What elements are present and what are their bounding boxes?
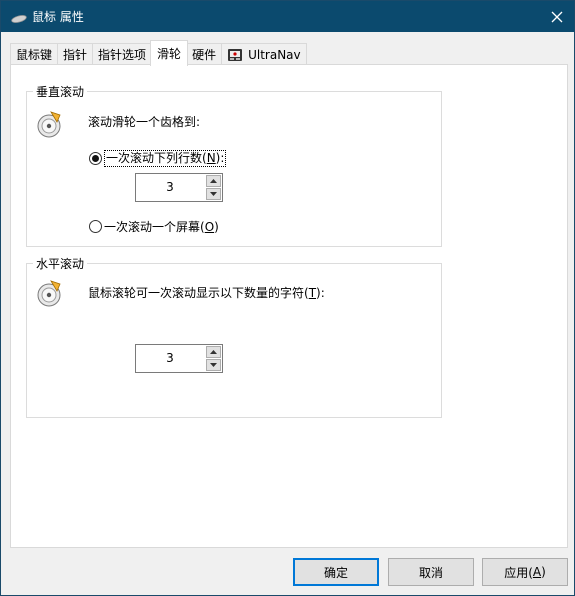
wheel-tab-panel: 垂直滚动 滚动滑轮一个齿格到: 一次滚动下列行数(N): 3 一次滚动一个屏幕(…: [10, 64, 568, 548]
lines-value[interactable]: 3: [136, 174, 204, 201]
radio-indicator[interactable]: [89, 220, 102, 233]
group-title: 水平滚动: [33, 255, 88, 272]
tab-pointer-options[interactable]: 指针选项: [92, 43, 153, 65]
tab-label: UltraNav: [248, 47, 301, 62]
arrow-down-icon: [210, 192, 217, 196]
window-title: 鼠标 属性: [32, 10, 84, 24]
ok-button[interactable]: 确定: [293, 558, 379, 586]
vertical-scrolling-group: 垂直滚动 滚动滑轮一个齿格到: 一次滚动下列行数(N): 3 一次滚动一个屏幕(…: [26, 83, 442, 247]
radio-scroll-lines[interactable]: 一次滚动下列行数(N):: [89, 150, 227, 167]
tab-label: 指针: [63, 48, 88, 62]
ultranav-icon: [227, 47, 243, 63]
tab-label: 鼠标键: [16, 48, 53, 62]
tab-strip: 鼠标键 指针 指针选项 滑轮 硬件 UltraNav: [10, 40, 307, 66]
tab-wheel[interactable]: 滑轮: [150, 40, 189, 66]
chars-spinner[interactable]: 3: [135, 344, 223, 373]
vertical-description: 滚动滑轮一个齿格到:: [88, 115, 201, 129]
mouse-properties-window: 鼠标 属性 鼠标键 指针 指针选项 滑轮 硬件 UltraNav 垂直滚动 滚动…: [0, 0, 575, 596]
spin-up-button[interactable]: [206, 175, 221, 187]
tab-buttons[interactable]: 鼠标键: [10, 43, 59, 65]
tab-ultranav[interactable]: UltraNav: [221, 43, 307, 65]
horizontal-scrolling-group: 水平滚动 鼠标滚轮可一次滚动显示以下数量的字符(T): 3: [26, 255, 442, 418]
tab-label: 滑轮: [157, 47, 182, 61]
spin-down-button[interactable]: [206, 359, 221, 371]
close-icon[interactable]: [540, 1, 574, 32]
tab-label: 指针选项: [98, 48, 147, 62]
mouse-icon: [11, 12, 27, 23]
spin-up-button[interactable]: [206, 346, 221, 358]
tab-pointers[interactable]: 指针: [57, 43, 94, 65]
radio-indicator[interactable]: [89, 152, 102, 165]
mouse-wheel-icon: [37, 109, 63, 139]
mouse-wheel-icon: [37, 278, 63, 308]
radio-scroll-screen[interactable]: 一次滚动一个屏幕(O): [89, 218, 219, 235]
apply-button[interactable]: 应用(A): [482, 558, 568, 586]
group-title: 垂直滚动: [33, 83, 88, 100]
lines-spinner[interactable]: 3: [135, 173, 223, 202]
arrow-down-icon: [210, 363, 217, 367]
arrow-up-icon: [210, 179, 217, 183]
tab-label: 硬件: [192, 48, 217, 62]
radio-label: 一次滚动下列行数(N):: [104, 150, 227, 167]
chars-value[interactable]: 3: [136, 345, 204, 372]
tab-hardware[interactable]: 硬件: [186, 43, 223, 65]
title-bar[interactable]: 鼠标 属性: [1, 1, 574, 32]
radio-label: 一次滚动一个屏幕(O): [104, 220, 219, 234]
spin-down-button[interactable]: [206, 188, 221, 200]
arrow-up-icon: [210, 350, 217, 354]
cancel-button[interactable]: 取消: [388, 558, 474, 586]
horizontal-description: 鼠标滚轮可一次滚动显示以下数量的字符(T):: [88, 286, 325, 300]
